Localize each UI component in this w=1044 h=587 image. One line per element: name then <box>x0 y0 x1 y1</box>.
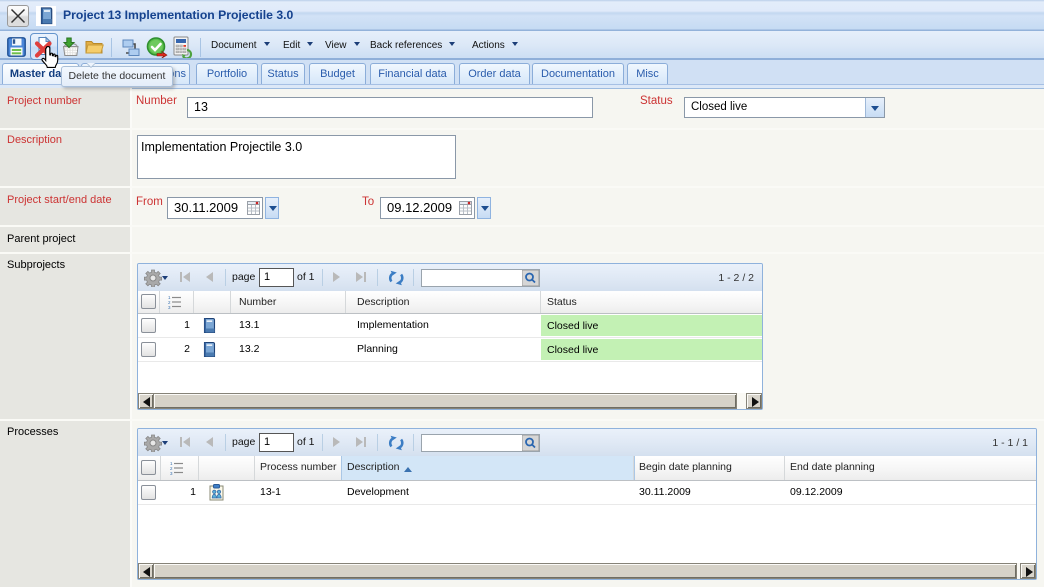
svg-text:3: 3 <box>170 471 173 475</box>
svg-text:3: 3 <box>168 305 171 309</box>
